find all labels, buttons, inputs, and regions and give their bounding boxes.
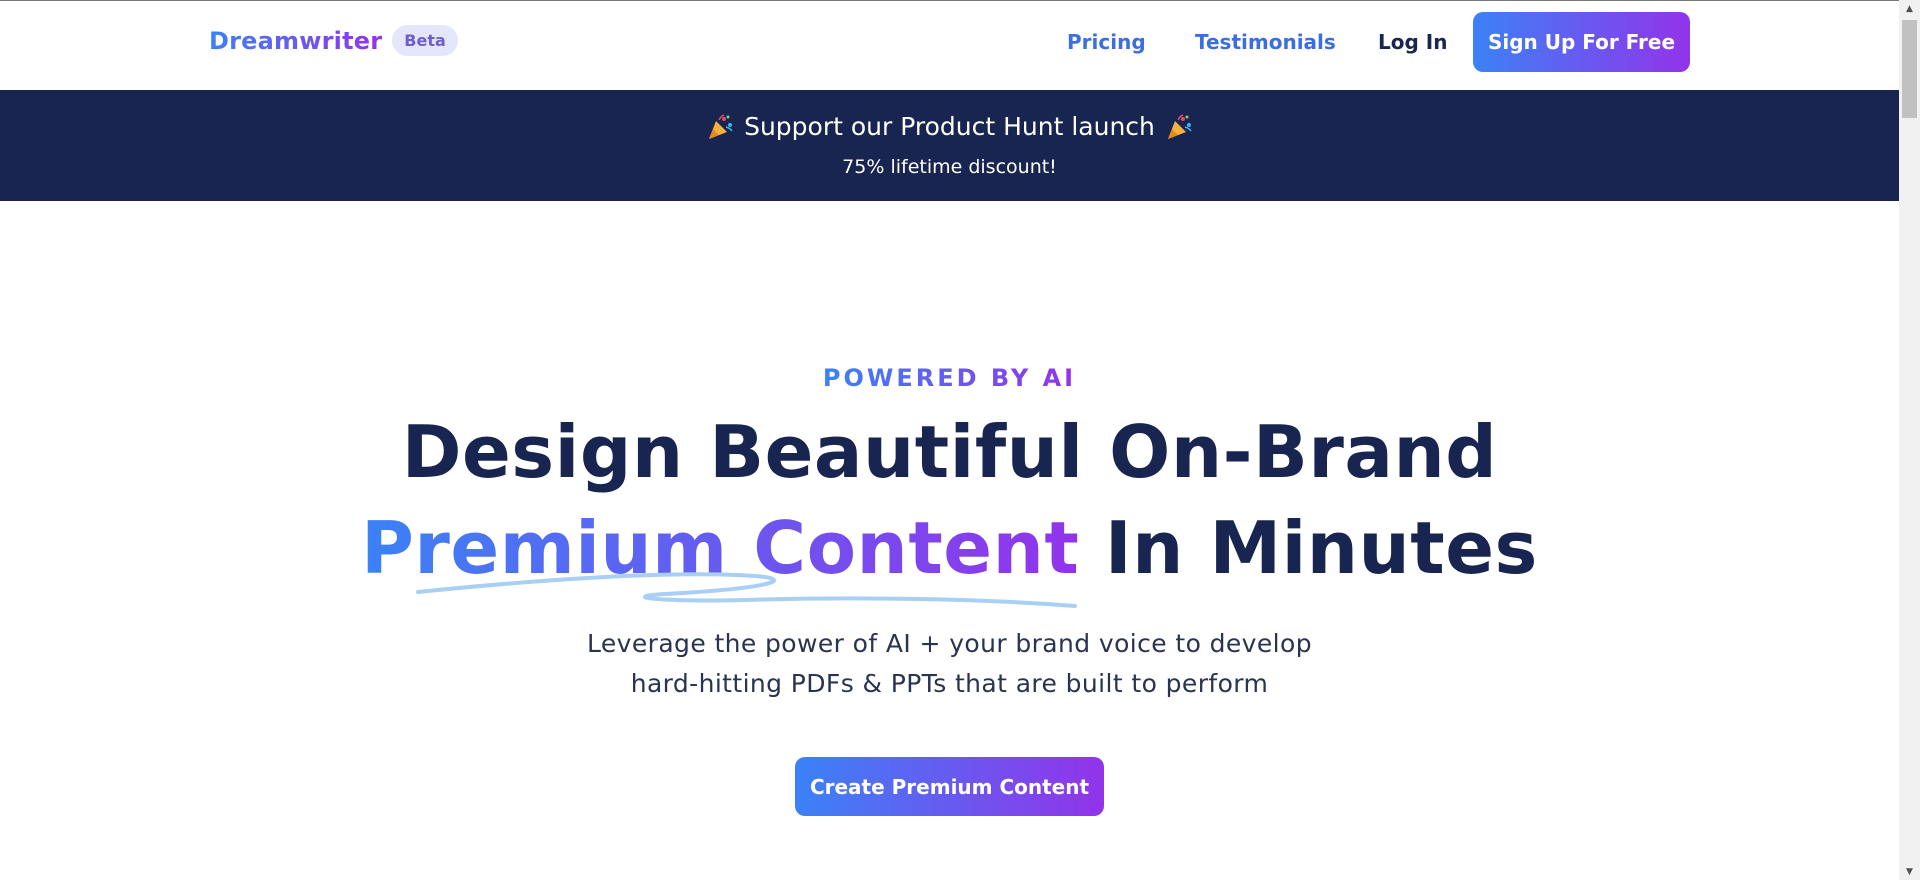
banner-title: Support our Product Hunt launch: [744, 112, 1155, 141]
nav-link-testimonials[interactable]: Testimonials: [1195, 30, 1336, 54]
hero-eyebrow-text: POWERED BY AI: [822, 364, 1077, 392]
hero-subtext: Leverage the power of AI + your brand vo…: [0, 624, 1899, 704]
beta-badge: Beta: [392, 25, 458, 56]
vertical-scrollbar[interactable]: ▲ ▼: [1899, 0, 1920, 880]
scroll-up-arrow-icon[interactable]: ▲: [1899, 0, 1920, 17]
create-content-button[interactable]: Create Premium Content: [795, 757, 1104, 816]
navbar: Dreamwriter Beta Pricing Testimonials Lo…: [0, 1, 1899, 90]
party-popper-icon: [1165, 113, 1193, 141]
scribble-underline: [416, 572, 1077, 608]
hero-headline-rest: In Minutes: [1104, 506, 1538, 590]
hero-subtext-line2: hard-hitting PDFs & PPTs that are built …: [630, 669, 1269, 698]
signup-button[interactable]: Sign Up For Free: [1473, 12, 1690, 72]
banner-title-row: Support our Product Hunt launch: [0, 112, 1899, 141]
banner-subtitle: 75% lifetime discount!: [842, 156, 1057, 178]
party-popper-icon: [706, 113, 734, 141]
scroll-down-arrow-icon[interactable]: ▼: [1899, 863, 1920, 880]
page-viewport: Dreamwriter Beta Pricing Testimonials Lo…: [0, 0, 1899, 880]
brand-logo[interactable]: Dreamwriter: [209, 27, 382, 55]
promo-banner[interactable]: Support our Product Hunt launch 75% life…: [0, 90, 1899, 201]
brand[interactable]: Dreamwriter Beta: [209, 25, 458, 56]
scrollbar-thumb[interactable]: [1902, 20, 1917, 118]
nav-link-login[interactable]: Log In: [1378, 30, 1447, 54]
hero-subtext-line1: Leverage the power of AI + your brand vo…: [587, 629, 1312, 658]
nav-link-pricing[interactable]: Pricing: [1067, 30, 1146, 54]
hero-headline-line1: Design Beautiful On-Brand: [401, 410, 1498, 494]
hero-eyebrow: POWERED BY AI: [0, 364, 1899, 392]
